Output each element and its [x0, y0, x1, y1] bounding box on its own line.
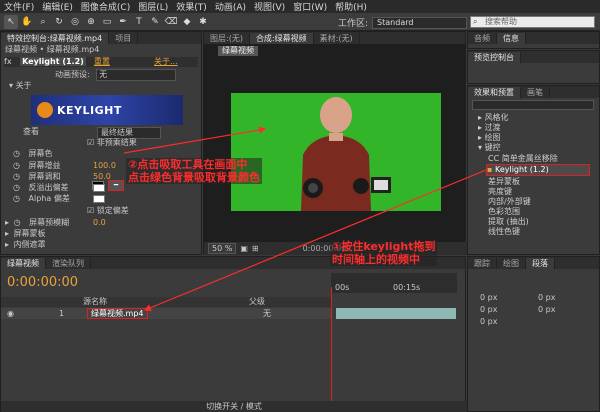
annotation-arrow-eyedropper: [123, 126, 267, 154]
annotation-step1-line1: ①按住keylight拖到: [332, 240, 436, 253]
annotation-step1: ①按住keylight拖到 时间轴上的视频中: [330, 240, 438, 266]
annotation-step2-line1: ②点击吸取工具在画面中: [128, 158, 248, 171]
annotation-step2-line2: 点击绿色背景吸取背景颜色: [128, 171, 260, 184]
annotation-arrows: [123, 126, 487, 312]
annotation-step1-line2: 时间轴上的视频中: [332, 253, 420, 266]
annotation-step2: ②点击吸取工具在画面中 点击绿色背景吸取背景颜色: [126, 158, 262, 184]
